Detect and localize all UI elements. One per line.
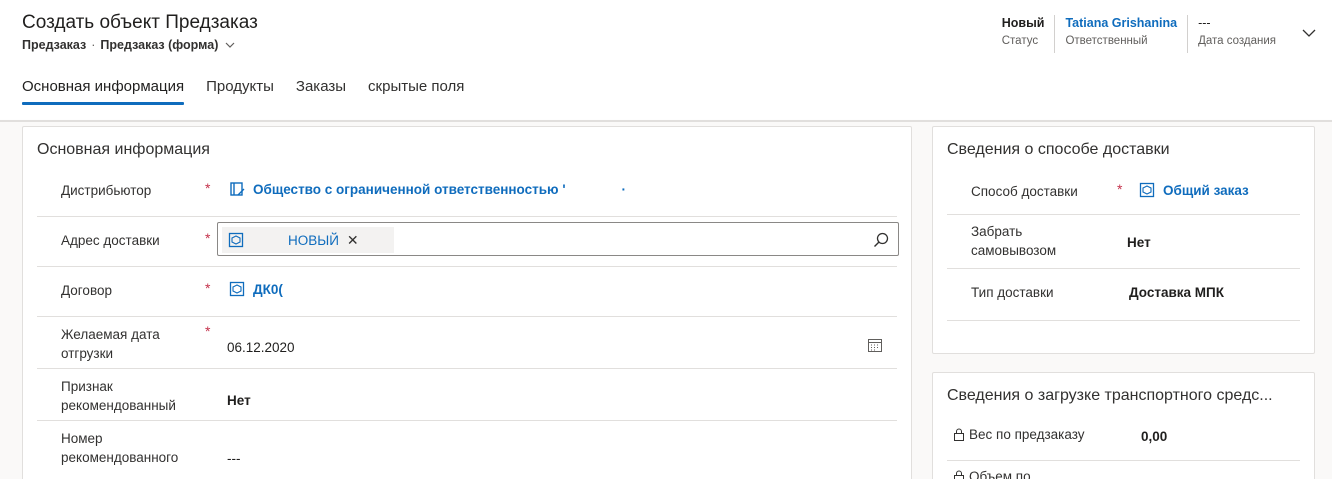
header-fields: Новый Статус Tatiana Grishanina Ответств… xyxy=(992,15,1332,55)
contract-row: Договор * ДК0( xyxy=(37,267,897,317)
delivery-type-label: Тип доставки xyxy=(971,285,1054,300)
required-marker: * xyxy=(205,230,211,246)
section-title: Основная информация xyxy=(37,141,210,158)
distributor-row: Дистрибьютор * Общество с ограниченной о… xyxy=(37,167,897,217)
recommended-value[interactable]: Нет xyxy=(227,393,251,408)
owner-link[interactable]: Tatiana Grishanina xyxy=(1065,15,1177,31)
tab-orders[interactable]: Заказы xyxy=(296,78,358,105)
section-title: Сведения о загрузке транспортного средс.… xyxy=(947,387,1273,404)
status-field: Новый Статус xyxy=(992,15,1055,53)
delivery-method-link[interactable]: Общий заказ xyxy=(1139,182,1249,198)
contract-label: Договор xyxy=(61,283,112,298)
entity-name: Предзаказ xyxy=(22,38,87,52)
pickup-label: Забрать самовывозом xyxy=(971,224,1057,258)
created-label: Дата создания xyxy=(1198,35,1276,47)
breadcrumb: Предзаказ · Предзаказ (форма) xyxy=(22,38,237,52)
delivery-method-row: Способ доставки * Общий заказ xyxy=(947,169,1300,215)
weight-label: Вес по предзаказу xyxy=(969,427,1085,442)
delivery-method-value: Общий заказ xyxy=(1163,182,1249,198)
volume-row: Объем по xyxy=(947,461,1300,479)
required-marker: * xyxy=(205,180,211,196)
lock-icon xyxy=(953,428,965,441)
chevron-down-icon[interactable] xyxy=(223,38,237,52)
contract-value: ДК0( xyxy=(253,281,283,297)
status-label: Статус xyxy=(1001,35,1039,47)
main-info-section: Основная информация Дистрибьютор * Общес… xyxy=(22,126,912,479)
required-marker: * xyxy=(1117,181,1123,197)
breadcrumb-separator: · xyxy=(91,38,96,52)
delivery-type-row: Тип доставки Доставка МПК xyxy=(947,269,1300,321)
weight-row: Вес по предзаказу 0,00 xyxy=(947,415,1300,461)
header-expand-button[interactable] xyxy=(1286,15,1332,55)
form-selector[interactable]: Предзаказ (форма) xyxy=(100,38,218,52)
rec-number-label: Номер рекомендованного xyxy=(61,431,179,465)
ship-date-row: Желаемая дата отгрузки * 06.12.2020 xyxy=(37,317,897,369)
page-title: Создать объект Предзаказ xyxy=(22,12,258,33)
contract-entity-icon xyxy=(229,281,245,297)
tab-main-info[interactable]: Основная информация xyxy=(22,78,196,105)
address-lookup-input[interactable]: НОВЫЙ ✕ xyxy=(217,222,899,256)
required-marker: * xyxy=(205,280,211,296)
calendar-icon[interactable] xyxy=(867,337,883,353)
chevron-down-icon xyxy=(1302,29,1316,37)
tab-list: Основная информация Продукты Заказы скры… xyxy=(22,78,476,105)
weight-value: 0,00 xyxy=(1141,429,1168,444)
distributor-label: Дистрибьютор xyxy=(61,183,152,198)
tab-products[interactable]: Продукты xyxy=(206,78,286,105)
volume-label: Объем по xyxy=(969,469,1031,479)
close-icon[interactable]: ✕ xyxy=(347,232,359,249)
contract-link[interactable]: ДК0( xyxy=(229,281,283,297)
address-chip-text: НОВЫЙ xyxy=(288,232,339,248)
form-body: Основная информация Дистрибьютор * Общес… xyxy=(0,122,1332,479)
weight-label-wrap: Вес по предзаказу xyxy=(953,425,1085,444)
rec-number-value[interactable]: --- xyxy=(227,451,241,466)
loading-section: Сведения о загрузке транспортного средс.… xyxy=(932,372,1315,479)
delivery-method-label: Способ доставки xyxy=(971,184,1078,199)
pickup-row: Забрать самовывозом Нет xyxy=(947,215,1300,269)
address-chip[interactable]: НОВЫЙ ✕ xyxy=(222,227,394,253)
delivery-section: Сведения о способе доставки Способ доста… xyxy=(932,126,1315,354)
address-row: Адрес доставки * НОВЫЙ ✕ xyxy=(37,217,899,267)
recommended-row: Признак рекомендованный Нет xyxy=(37,369,897,421)
owner-label: Ответственный xyxy=(1065,35,1148,47)
delivery-type-value[interactable]: Доставка МПК xyxy=(1129,285,1224,300)
created-field: --- Дата создания xyxy=(1187,15,1286,53)
ship-date-input[interactable]: 06.12.2020 xyxy=(227,340,295,355)
delivery-entity-icon xyxy=(1139,182,1155,198)
volume-label-wrap: Объем по xyxy=(953,467,1031,479)
tab-hidden-fields[interactable]: скрытые поля xyxy=(368,78,476,105)
required-marker: * xyxy=(205,323,211,339)
form-header: Создать объект Предзаказ Предзаказ · Пре… xyxy=(0,0,1332,121)
owner-field: Tatiana Grishanina Ответственный xyxy=(1054,15,1187,53)
lock-icon xyxy=(953,470,965,479)
rec-number-row: Номер рекомендованного --- xyxy=(37,421,897,479)
created-value: --- xyxy=(1198,16,1211,30)
pickup-value[interactable]: Нет xyxy=(1127,235,1151,250)
status-value: Новый xyxy=(1001,16,1045,30)
ship-date-label: Желаемая дата отгрузки xyxy=(61,327,160,361)
address-entity-icon xyxy=(228,232,244,248)
address-label: Адрес доставки xyxy=(61,233,160,248)
account-icon xyxy=(229,181,245,197)
search-icon[interactable] xyxy=(872,231,890,249)
recommended-label: Признак рекомендованный xyxy=(61,379,176,413)
section-title: Сведения о способе доставки xyxy=(947,141,1170,158)
dot-mark: · xyxy=(621,181,627,197)
distributor-value: Общество с ограниченной ответственностью… xyxy=(253,181,566,197)
distributor-link[interactable]: Общество с ограниченной ответственностью… xyxy=(229,181,626,197)
